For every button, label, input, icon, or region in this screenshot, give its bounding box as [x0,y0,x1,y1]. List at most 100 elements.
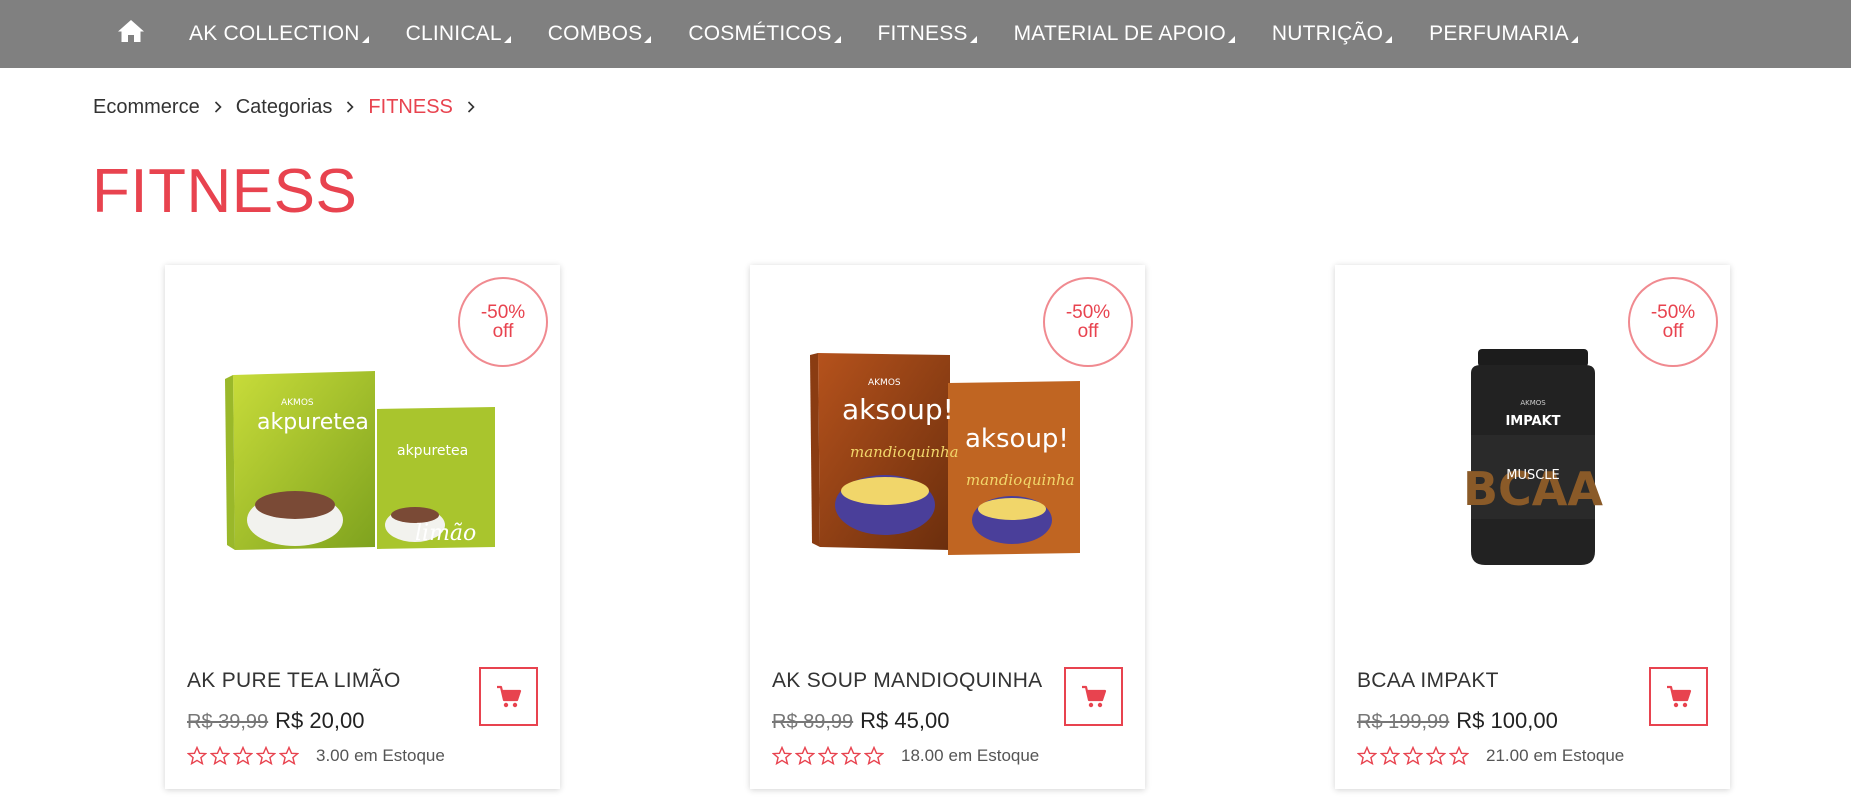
image-brand-text: IMPAKT [1505,414,1560,429]
star-outline-icon[interactable] [256,746,276,766]
image-flavor-text: mandioquinha [850,443,959,461]
nav-menu: AK COLLECTION CLINICAL COMBOS COSMÉTICOS… [189,0,1615,68]
image-brand-text: akpuretea [257,410,369,435]
rating-stars[interactable] [772,746,887,766]
product-name[interactable]: AK PURE TEA LIMÃO [187,669,401,693]
new-price: R$ 100,00 [1456,708,1558,733]
product-image[interactable]: aksoup! AKMOS aksoup! mandioquinha mandi… [750,315,1145,605]
rating-row: 18.00 em Estoque [772,746,1039,766]
chevron-right-icon [214,101,222,113]
caret-icon [833,36,841,43]
cart-icon [1666,685,1691,707]
stock-quantity: 21.00 [1486,746,1529,765]
image-brand-text: aksoup! [965,424,1069,454]
star-outline-icon[interactable] [1357,746,1377,766]
stock-info: 21.00 em Estoque [1486,746,1624,766]
stock-label: em Estoque [948,746,1040,765]
caret-icon [969,36,977,43]
old-price: R$ 39,99 [187,711,269,733]
caret-icon [361,36,369,43]
breadcrumb-item-categorias[interactable]: Categorias [236,96,333,119]
product-card[interactable]: -50% off aksoup! AKMOS aksoup! mandioqui… [750,265,1145,789]
nav-item-label: MATERIAL DE APOIO [1013,22,1226,45]
stock-label: em Estoque [1533,746,1625,765]
home-button[interactable] [116,16,146,46]
add-to-cart-button[interactable] [479,667,538,726]
old-price: R$ 199,99 [1357,711,1450,733]
new-price: R$ 20,00 [275,708,365,733]
product-image[interactable]: akpuretea AKMOS akpuretea limão [165,315,560,605]
nav-item-clinical[interactable]: CLINICAL [406,22,511,46]
rating-stars[interactable] [187,746,302,766]
star-outline-icon[interactable] [772,746,792,766]
image-maker-text: AKMOS [281,398,314,408]
star-outline-icon[interactable] [233,746,253,766]
breadcrumb-item-ecommerce[interactable]: Ecommerce [93,96,200,119]
caret-icon [503,36,511,43]
star-outline-icon[interactable] [187,746,207,766]
cart-icon [1081,685,1106,707]
nav-item-perfumaria[interactable]: PERFUMARIA [1429,22,1578,46]
image-flavor-text: mandioquinha [966,471,1075,489]
nav-item-label: NUTRIÇÃO [1271,22,1384,45]
top-navigation: AK COLLECTION CLINICAL COMBOS COSMÉTICOS… [0,0,1851,68]
breadcrumb-item-current[interactable]: FITNESS [368,96,452,119]
price-row: R$ 89,99 R$ 45,00 [772,708,949,734]
caret-icon [644,36,652,43]
product-image[interactable]: BCAA IMPAKT AKMOS MUSCLE [1335,315,1730,605]
image-flavor-text: limão [415,521,476,546]
add-to-cart-button[interactable] [1064,667,1123,726]
star-outline-icon[interactable] [1426,746,1446,766]
chevron-right-icon [346,101,355,113]
rating-stars[interactable] [1357,746,1472,766]
star-outline-icon[interactable] [279,746,299,766]
nav-item-label: AK COLLECTION [189,22,360,45]
price-row: R$ 199,99 R$ 100,00 [1357,708,1558,734]
image-brand-text: akpuretea [397,443,468,459]
product-name[interactable]: AK SOUP MANDIOQUINHA [772,669,1043,693]
caret-icon [1385,36,1393,43]
stock-info: 3.00 em Estoque [316,746,445,766]
caret-icon [1227,36,1235,43]
image-flavor-text: MUSCLE [1506,468,1560,483]
nav-item-material-de-apoio[interactable]: MATERIAL DE APOIO [1014,22,1235,46]
star-outline-icon[interactable] [1403,746,1423,766]
chevron-right-icon [467,101,475,113]
breadcrumb: Ecommerce Categorias FITNESS [93,94,489,120]
add-to-cart-button[interactable] [1649,667,1708,726]
stock-info: 18.00 em Estoque [901,746,1039,766]
cart-icon [496,685,521,707]
rating-row: 3.00 em Estoque [187,746,445,766]
product-card[interactable]: -50% off akpuretea AKMOS akpuretea limão… [165,265,560,789]
nav-item-ak-collection[interactable]: AK COLLECTION [189,22,369,46]
nav-item-label: CLINICAL [405,22,502,45]
home-icon [118,20,144,42]
star-outline-icon[interactable] [795,746,815,766]
product-card[interactable]: -50% off BCAA IMPAKT AKMOS MUSCLE BCAA I… [1335,265,1730,789]
new-price: R$ 45,00 [860,708,950,733]
page-title: FITNESS [92,157,358,226]
star-outline-icon[interactable] [864,746,884,766]
stock-quantity: 3.00 [316,746,350,765]
nav-item-cosmeticos[interactable]: COSMÉTICOS [688,22,841,46]
star-outline-icon[interactable] [818,746,838,766]
star-outline-icon[interactable] [210,746,230,766]
stock-quantity: 18.00 [901,746,944,765]
stock-label: em Estoque [354,746,445,765]
nav-item-combos[interactable]: COMBOS [548,22,652,46]
old-price: R$ 89,99 [772,711,854,733]
nav-item-label: COSMÉTICOS [688,22,832,45]
nav-item-nutricao[interactable]: NUTRIÇÃO [1271,22,1393,46]
image-brand-text: aksoup! [842,393,954,426]
nav-item-label: COMBOS [547,22,643,45]
nav-item-label: FITNESS [877,22,968,45]
nav-item-fitness[interactable]: FITNESS [878,22,977,46]
star-outline-icon[interactable] [1380,746,1400,766]
nav-item-label: PERFUMARIA [1429,22,1569,45]
product-name[interactable]: BCAA IMPAKT [1357,669,1499,693]
star-outline-icon[interactable] [1449,746,1469,766]
caret-icon [1570,36,1578,43]
image-maker-text: AKMOS [1520,399,1546,407]
image-maker-text: AKMOS [868,378,901,388]
star-outline-icon[interactable] [841,746,861,766]
